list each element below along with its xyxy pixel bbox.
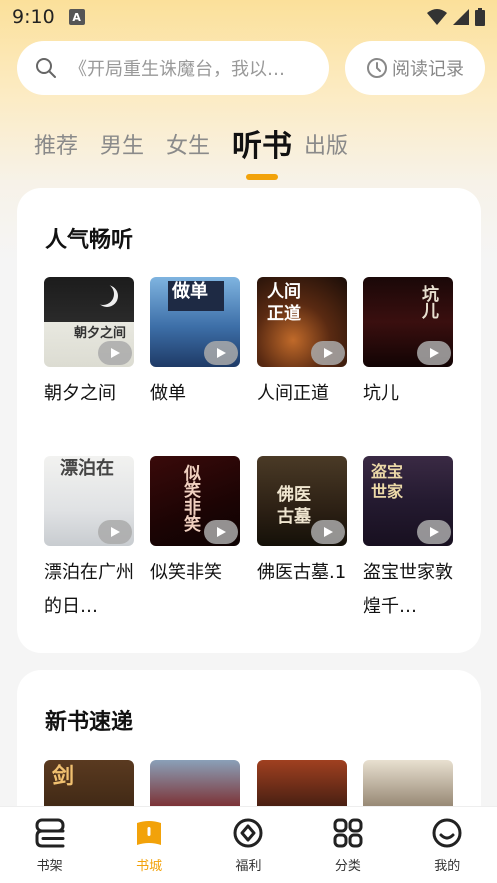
tab-publish[interactable]: 出版 [304, 122, 348, 172]
book-cover-title: 做单 [172, 281, 208, 302]
status-icons [427, 8, 485, 26]
book-item[interactable]: 盗宝世家 盗宝世家敦煌千… [363, 456, 453, 624]
book-cover: 人间正道 [257, 277, 347, 367]
play-icon[interactable] [98, 341, 132, 365]
status-time: 9:10 [12, 6, 55, 28]
search-input[interactable]: 《开局重生诛魔台，我以… [17, 41, 329, 95]
play-icon[interactable] [204, 341, 238, 365]
book-cover-title: 漂泊在 [60, 458, 114, 479]
book-cover-title: 坑儿 [418, 285, 438, 319]
nav-profile[interactable]: 我的 [407, 817, 487, 874]
tab-male[interactable]: 男生 [100, 122, 144, 172]
nav-welfare[interactable]: 福利 [208, 817, 288, 874]
wifi-icon [427, 9, 447, 25]
book-item[interactable]: 似笑非笑 似笑非笑 [150, 456, 240, 590]
book-cover: 朝夕之间 [44, 277, 134, 367]
book-title: 似笑非笑 [150, 562, 222, 583]
book-item[interactable]: 佛医古墓 佛医古墓.1 [257, 456, 347, 590]
nav-label: 书架 [36, 858, 63, 874]
book-cover-title: 剑 [48, 764, 74, 786]
play-icon[interactable] [311, 341, 345, 365]
book-cover-title: 人间正道 [267, 282, 301, 324]
play-icon[interactable] [311, 520, 345, 544]
nav-category[interactable]: 分类 [308, 817, 388, 874]
play-icon[interactable] [98, 520, 132, 544]
play-icon[interactable] [417, 520, 451, 544]
status-bar: 9:10 A [0, 0, 497, 34]
book-cover: 坑儿 [363, 277, 453, 367]
play-icon[interactable] [204, 520, 238, 544]
book-title: 人间正道 [257, 383, 329, 404]
notification-icon: A [68, 9, 85, 25]
nav-bookshelf[interactable]: 书架 [10, 817, 90, 874]
search-icon [36, 58, 56, 78]
book-cover: 做单 [150, 277, 240, 367]
book-cover-title: 似笑非笑 [180, 464, 200, 532]
bottom-navigation: 书架 书城 福利 分类 我的 [0, 806, 497, 883]
bookshelf-icon [35, 818, 65, 847]
popular-section: 人气畅听 朝夕之间 朝夕之间 做单 做单 人间正道 人间正道 坑儿 坑儿 漂泊在… [17, 188, 481, 653]
section-title: 新书速递 [45, 710, 134, 735]
book-cover: 漂泊在 [44, 456, 134, 546]
book-title: 盗宝世家敦煌千… [363, 562, 453, 617]
book-item[interactable]: 坑儿 坑儿 [363, 277, 453, 411]
clock-icon [367, 58, 387, 78]
battery-icon [475, 8, 485, 26]
book-item[interactable]: 漂泊在 漂泊在广州的日… [44, 456, 134, 624]
book-cover: 盗宝世家 [363, 456, 453, 546]
book-cover: 佛医古墓 [257, 456, 347, 546]
book-title: 坑儿 [363, 383, 399, 404]
book-title: 朝夕之间 [44, 383, 116, 404]
tab-audiobook-label: 听书 [232, 129, 293, 164]
book-cover-title: 盗宝世家 [371, 462, 404, 501]
search-placeholder: 《开局重生诛魔台，我以… [69, 59, 285, 80]
reading-history-button[interactable]: 阅读记录 [345, 41, 485, 95]
nav-label: 我的 [434, 858, 461, 874]
nav-label: 福利 [235, 858, 262, 874]
book-item[interactable]: 朝夕之间 朝夕之间 [44, 277, 134, 411]
book-cover-title: 佛医古墓 [277, 485, 311, 527]
book-item[interactable]: 人间正道 人间正道 [257, 277, 347, 411]
tab-recommend[interactable]: 推荐 [34, 122, 78, 172]
tab-audiobook[interactable]: 听书 [232, 122, 293, 180]
nav-label: 书城 [136, 858, 163, 874]
bookstore-icon [137, 820, 162, 845]
tab-active-indicator [246, 174, 279, 180]
book-title: 漂泊在广州的日… [44, 562, 134, 617]
book-title: 佛医古墓.1 [257, 562, 347, 583]
signal-icon [453, 9, 469, 25]
book-cover: 似笑非笑 [150, 456, 240, 546]
profile-icon [432, 818, 462, 847]
tab-female[interactable]: 女生 [166, 122, 210, 172]
play-icon[interactable] [417, 341, 451, 365]
reading-history-label: 阅读记录 [392, 59, 464, 80]
section-title: 人气畅听 [45, 228, 134, 253]
welfare-icon [233, 818, 263, 847]
nav-label: 分类 [334, 858, 361, 874]
category-icon [333, 818, 363, 847]
category-tabs: 推荐 男生 女生 听书 出版 [34, 112, 370, 180]
nav-bookstore[interactable]: 书城 [109, 817, 189, 874]
book-title: 做单 [150, 383, 186, 404]
book-item[interactable]: 做单 做单 [150, 277, 240, 411]
